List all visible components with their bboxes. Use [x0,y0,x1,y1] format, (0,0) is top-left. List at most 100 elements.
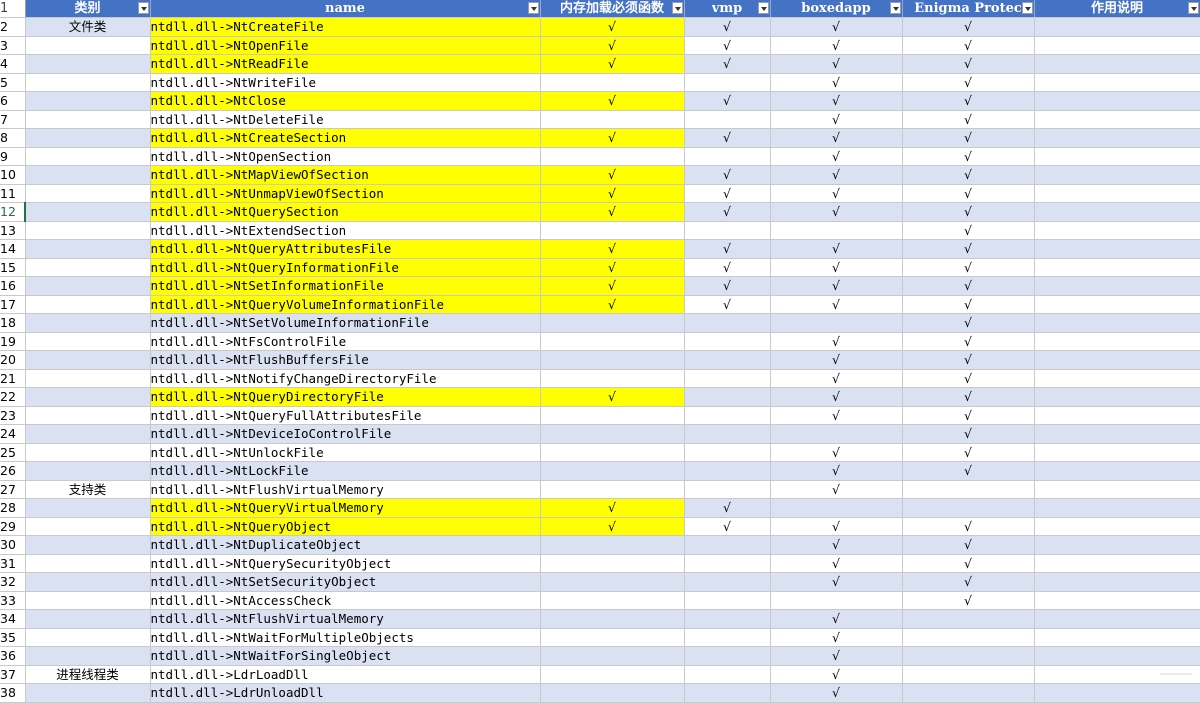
function-name-cell[interactable]: ntdll.dll->NtLockFile [149,461,541,481]
description-cell[interactable] [1034,184,1200,203]
boxedapp-cell[interactable]: √ [770,406,903,425]
enigma-cell[interactable]: √ [902,554,1035,573]
function-name-cell[interactable]: ntdll.dll->NtQueryAttributesFile [149,239,541,259]
category-cell[interactable] [25,683,151,703]
vmp-cell[interactable] [684,424,771,444]
description-cell[interactable] [1034,387,1200,407]
category-cell[interactable] [25,54,151,74]
vmp-cell[interactable] [684,313,771,333]
must-load-cell[interactable]: √ [540,54,685,74]
category-cell[interactable] [25,646,151,666]
boxedapp-cell[interactable]: √ [770,54,903,74]
column-header-name[interactable]: name [150,0,541,18]
must-load-cell[interactable] [540,313,685,333]
category-cell[interactable] [25,609,151,629]
row-number[interactable]: 7 [0,110,26,129]
enigma-cell[interactable] [902,609,1035,629]
function-name-cell[interactable]: ntdll.dll->LdrLoadDll [149,665,541,684]
description-cell[interactable] [1034,498,1200,518]
description-cell[interactable] [1034,258,1200,277]
description-cell[interactable] [1034,461,1200,481]
vmp-cell[interactable] [684,480,771,499]
must-load-cell[interactable]: √ [540,258,685,277]
boxedapp-cell[interactable]: √ [770,17,903,37]
description-cell[interactable] [1034,609,1200,629]
category-cell[interactable] [25,313,151,333]
function-name-cell[interactable]: ntdll.dll->NtDeviceIoControlFile [149,424,541,444]
must-load-cell[interactable]: √ [540,517,685,536]
boxedapp-cell[interactable]: √ [770,609,903,629]
enigma-cell[interactable]: √ [902,572,1035,592]
row-number[interactable]: 38 [0,683,26,703]
vmp-cell[interactable]: √ [684,54,771,74]
must-load-cell[interactable]: √ [540,387,685,407]
description-cell[interactable] [1034,369,1200,388]
enigma-cell[interactable]: √ [902,36,1035,55]
vmp-cell[interactable] [684,646,771,666]
row-number[interactable]: 13 [0,221,26,240]
boxedapp-cell[interactable]: √ [770,517,903,536]
must-load-cell[interactable] [540,646,685,666]
row-number[interactable]: 8 [0,128,26,148]
row-number[interactable]: 18 [0,313,26,333]
function-name-cell[interactable]: ntdll.dll->NtUnmapViewOfSection [149,184,541,203]
function-name-cell[interactable]: ntdll.dll->NtFsControlFile [149,332,541,351]
row-number[interactable]: 14 [0,239,26,259]
vmp-cell[interactable]: √ [684,258,771,277]
boxedapp-cell[interactable]: √ [770,165,903,185]
category-cell[interactable] [25,369,151,388]
row-number[interactable]: 9 [0,147,26,166]
vmp-cell[interactable] [684,369,771,388]
row-number[interactable]: 28 [0,498,26,518]
must-load-cell[interactable]: √ [540,276,685,296]
enigma-cell[interactable]: √ [902,443,1035,462]
category-cell[interactable] [25,517,151,536]
row-number[interactable]: 35 [0,628,26,647]
must-load-cell[interactable] [540,110,685,129]
boxedapp-cell[interactable] [770,498,903,518]
row-number[interactable]: 19 [0,332,26,351]
function-name-cell[interactable]: ntdll.dll->NtSetVolumeInformationFile [149,313,541,333]
row-number[interactable]: 30 [0,535,26,555]
spreadsheet-grid[interactable]: 1 类别 name 内存加载必须函数 vmp boxedapp Enigma P… [0,0,1200,703]
function-name-cell[interactable]: ntdll.dll->NtCreateFile [149,17,541,37]
boxedapp-cell[interactable]: √ [770,202,903,222]
category-cell[interactable] [25,221,151,240]
enigma-cell[interactable]: √ [902,535,1035,555]
description-cell[interactable] [1034,591,1200,610]
description-cell[interactable] [1034,128,1200,148]
must-load-cell[interactable] [540,350,685,370]
enigma-cell[interactable]: √ [902,276,1035,296]
enigma-cell[interactable]: √ [902,591,1035,610]
must-load-cell[interactable] [540,443,685,462]
vmp-cell[interactable]: √ [684,295,771,314]
function-name-cell[interactable]: ntdll.dll->NtCreateSection [149,128,541,148]
vmp-cell[interactable]: √ [684,239,771,259]
boxedapp-cell[interactable]: √ [770,628,903,647]
function-name-cell[interactable]: ntdll.dll->NtFlushVirtualMemory [149,609,541,629]
function-name-cell[interactable]: ntdll.dll->NtDeleteFile [149,110,541,129]
enigma-cell[interactable]: √ [902,91,1035,111]
must-load-cell[interactable]: √ [540,498,685,518]
boxedapp-cell[interactable] [770,221,903,240]
description-cell[interactable] [1034,54,1200,74]
enigma-cell[interactable] [902,480,1035,499]
boxedapp-cell[interactable]: √ [770,110,903,129]
description-cell[interactable] [1034,36,1200,55]
function-name-cell[interactable]: ntdll.dll->NtReadFile [149,54,541,74]
row-number[interactable]: 5 [0,73,26,92]
category-cell[interactable] [25,184,151,203]
must-load-cell[interactable] [540,609,685,629]
category-cell[interactable] [25,276,151,296]
function-name-cell[interactable]: ntdll.dll->NtSetSecurityObject [149,572,541,592]
enigma-cell[interactable]: √ [902,332,1035,351]
vmp-cell[interactable]: √ [684,276,771,296]
row-number[interactable]: 3 [0,36,26,55]
row-number[interactable]: 6 [0,91,26,111]
vmp-cell[interactable] [684,350,771,370]
description-cell[interactable] [1034,628,1200,647]
must-load-cell[interactable] [540,591,685,610]
function-name-cell[interactable]: ntdll.dll->NtFlushBuffersFile [149,350,541,370]
enigma-cell[interactable]: √ [902,128,1035,148]
description-cell[interactable] [1034,332,1200,351]
